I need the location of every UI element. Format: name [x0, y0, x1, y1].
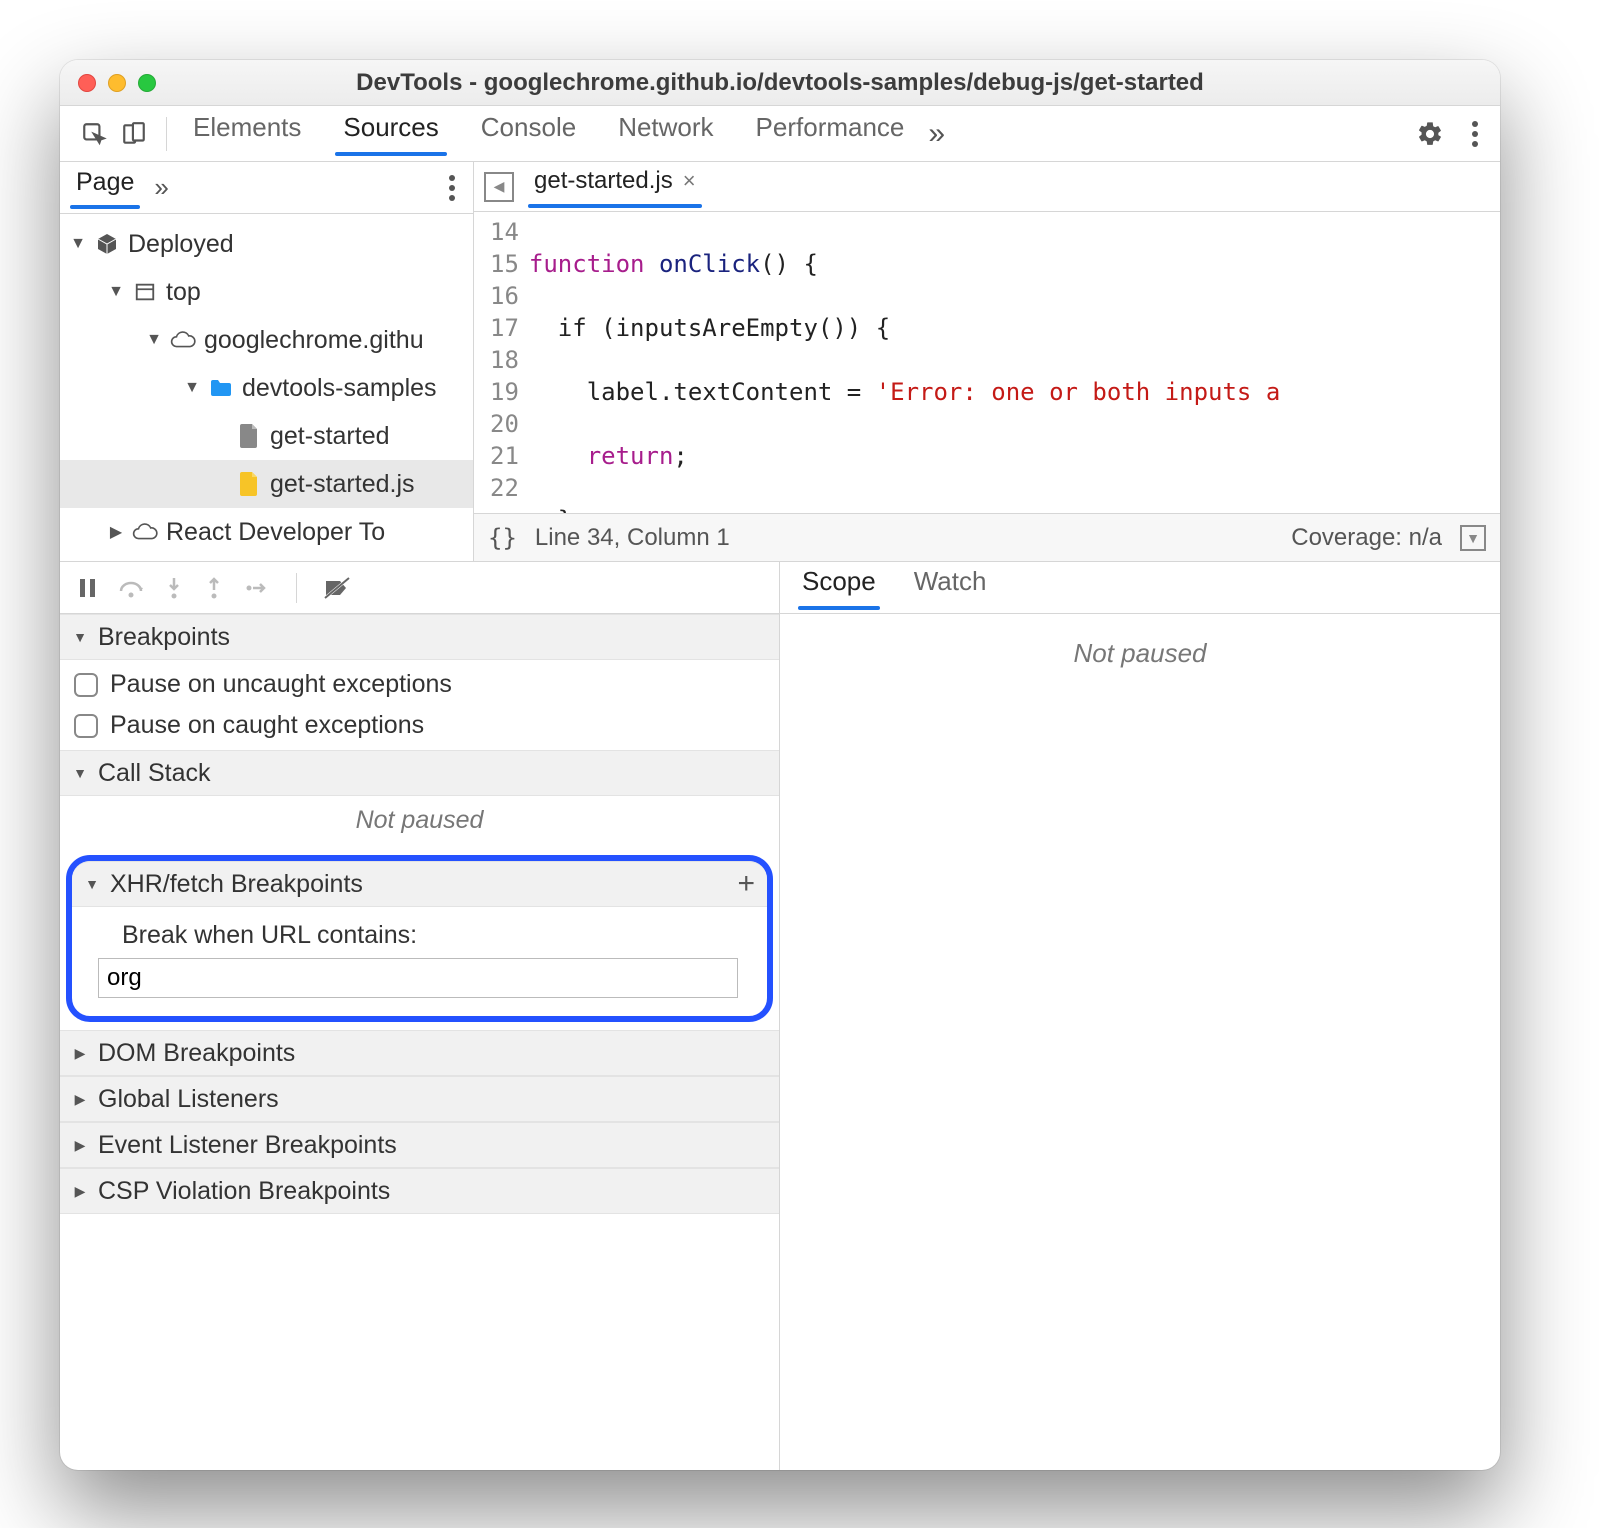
step-icon[interactable] — [244, 578, 270, 598]
step-out-icon[interactable] — [204, 576, 224, 600]
tree-origin[interactable]: googlechrome.githu — [60, 316, 473, 364]
xhr-url-input[interactable] — [98, 958, 738, 998]
tab-console[interactable]: Console — [477, 112, 580, 155]
editor-footer: {} Line 34, Column 1 Coverage: n/a ▼ — [474, 513, 1500, 561]
section-breakpoints[interactable]: Breakpoints — [60, 614, 779, 660]
tree-folder[interactable]: devtools-samples — [60, 364, 473, 412]
cloud-icon — [132, 519, 158, 545]
sources-pane: Page » Deployed top googlech — [60, 162, 1500, 562]
close-window-icon[interactable] — [78, 74, 96, 92]
cursor-position: Line 34, Column 1 — [535, 524, 730, 552]
frame-icon — [132, 279, 158, 305]
inspect-icon[interactable] — [74, 114, 114, 154]
nav-more-button[interactable]: » — [154, 172, 168, 203]
checkbox-icon[interactable] — [74, 714, 98, 738]
section-xhr-breakpoints[interactable]: XHR/fetch Breakpoints + — [72, 861, 767, 907]
tree-label: React Developer To — [166, 518, 385, 547]
coverage-label: Coverage: n/a — [1291, 524, 1442, 552]
add-xhr-breakpoint-icon[interactable]: + — [737, 867, 755, 901]
step-into-icon[interactable] — [164, 576, 184, 600]
tab-scope[interactable]: Scope — [798, 566, 880, 609]
window-title: DevTools - googlechrome.github.io/devtoo… — [60, 69, 1500, 97]
minimize-window-icon[interactable] — [108, 74, 126, 92]
tree-top[interactable]: top — [60, 268, 473, 316]
checkbox-icon[interactable] — [74, 673, 98, 697]
file-tab[interactable]: get-started.js × — [528, 167, 702, 207]
tree-react-ext[interactable]: React Developer To — [60, 508, 473, 556]
line-gutter: 141516171819202122 — [474, 212, 529, 513]
folder-icon — [208, 375, 234, 401]
pause-caught-checkbox[interactable]: Pause on caught exceptions — [60, 705, 779, 746]
tree-file-js[interactable]: get-started.js — [60, 460, 473, 508]
menu-icon[interactable] — [1464, 113, 1486, 155]
coverage-dropdown-icon[interactable]: ▼ — [1460, 525, 1486, 551]
section-call-stack[interactable]: Call Stack — [60, 750, 779, 796]
main-toolbar: Elements Sources Console Network Perform… — [60, 106, 1500, 162]
js-file-icon — [236, 471, 262, 497]
close-tab-icon[interactable]: × — [683, 168, 696, 194]
tree-label: devtools-samples — [242, 374, 437, 403]
section-event-listener-breakpoints[interactable]: Event Listener Breakpoints — [60, 1122, 779, 1168]
xhr-breakpoints-highlight: XHR/fetch Breakpoints + Break when URL c… — [66, 855, 773, 1022]
maximize-window-icon[interactable] — [138, 74, 156, 92]
deactivate-breakpoints-icon[interactable] — [323, 576, 351, 600]
tree-label: get-started.js — [270, 470, 415, 499]
section-global-listeners[interactable]: Global Listeners — [60, 1076, 779, 1122]
document-icon — [236, 423, 262, 449]
tab-sources[interactable]: Sources — [339, 112, 442, 155]
tree-label: googlechrome.githu — [204, 326, 424, 355]
device-toggle-icon[interactable] — [114, 114, 154, 154]
step-over-icon[interactable] — [118, 577, 144, 599]
scope-empty: Not paused — [780, 614, 1500, 1470]
tree-deployed[interactable]: Deployed — [60, 220, 473, 268]
tab-elements[interactable]: Elements — [189, 112, 305, 155]
pretty-print-icon[interactable]: {} — [488, 524, 517, 552]
settings-icon[interactable] — [1416, 120, 1444, 148]
more-tabs-button[interactable]: » — [928, 117, 945, 151]
tab-network[interactable]: Network — [614, 112, 717, 155]
navigator: Page » Deployed top googlech — [60, 162, 474, 561]
tree-file-html[interactable]: get-started — [60, 412, 473, 460]
tab-watch[interactable]: Watch — [910, 566, 991, 609]
deployed-icon — [94, 231, 120, 257]
source-text: function onClick() { if (inputsAreEmpty(… — [529, 212, 1280, 513]
separator — [296, 573, 297, 603]
file-tree: Deployed top googlechrome.githu devtools… — [60, 214, 473, 561]
debugger-toolbar — [60, 562, 779, 614]
call-stack-empty: Not paused — [60, 796, 779, 849]
debugger-left: Breakpoints Pause on uncaught exceptions… — [60, 562, 780, 1470]
debugger-pane: Breakpoints Pause on uncaught exceptions… — [60, 562, 1500, 1470]
devtools-window: DevTools - googlechrome.github.io/devtoo… — [60, 60, 1500, 1470]
file-tab-label: get-started.js — [534, 167, 673, 195]
tree-label: get-started — [270, 422, 390, 451]
tab-performance[interactable]: Performance — [752, 112, 909, 155]
xhr-url-label: Break when URL contains: — [122, 921, 747, 950]
section-dom-breakpoints[interactable]: DOM Breakpoints — [60, 1030, 779, 1076]
tree-label: Deployed — [128, 230, 234, 259]
nav-menu-icon[interactable] — [441, 167, 463, 209]
code-editor: get-started.js × 141516171819202122 func… — [474, 162, 1500, 561]
titlebar: DevTools - googlechrome.github.io/devtoo… — [60, 60, 1500, 106]
pause-uncaught-checkbox[interactable]: Pause on uncaught exceptions — [60, 664, 779, 705]
code-area[interactable]: 141516171819202122 function onClick() { … — [474, 212, 1500, 513]
pause-icon[interactable] — [78, 577, 98, 599]
tree-label: top — [166, 278, 201, 307]
window-controls — [78, 74, 156, 92]
separator — [166, 117, 167, 151]
nav-tab-page[interactable]: Page — [70, 168, 140, 208]
cloud-icon — [170, 327, 196, 353]
scope-panel: Scope Watch Not paused — [780, 562, 1500, 1470]
toggle-navigator-icon[interactable] — [484, 172, 514, 202]
section-csp-breakpoints[interactable]: CSP Violation Breakpoints — [60, 1168, 779, 1214]
